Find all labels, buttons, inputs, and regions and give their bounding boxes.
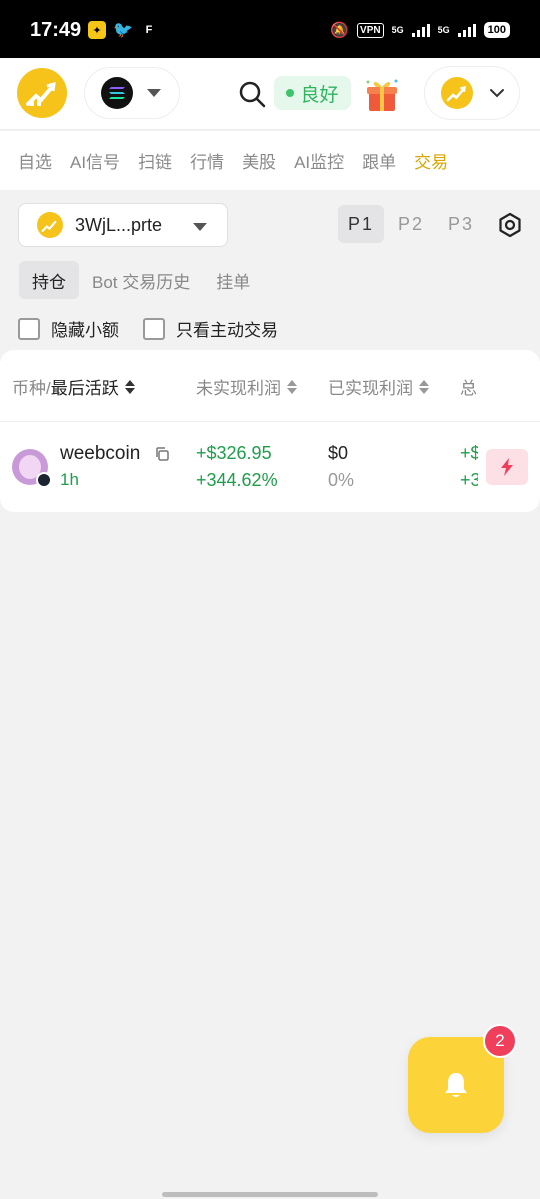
connection-status-label: 良好 (300, 84, 339, 106)
total-value: +$ (460, 443, 478, 463)
signal-icon (411, 23, 430, 37)
column-header-total[interactable]: 总 (460, 374, 477, 399)
account-selector[interactable] (424, 66, 520, 120)
bell-icon (445, 1073, 467, 1097)
table-row[interactable]: weebcoin 1h +$326.95 +344.62% $0 0% +$ +… (0, 422, 540, 512)
lightning-icon (501, 458, 513, 476)
column-header-realized[interactable]: 已实现利润 (328, 374, 429, 399)
coin-last-active: 1h (60, 470, 79, 489)
hide-small-checkbox[interactable]: 隐藏小额 (18, 316, 119, 341)
status-dot (286, 89, 295, 97)
wallet-address: 3WjL...prte (75, 214, 163, 235)
battery-indicator: 100 (483, 22, 510, 38)
coin-name: weebcoin (60, 443, 141, 464)
vpn-badge: VPN (357, 22, 384, 38)
gift-icon[interactable] (362, 75, 402, 115)
home-indicator[interactable] (162, 1192, 378, 1197)
filter-checkboxes: 隐藏小额 只看主动交易 (18, 316, 278, 341)
coin-header-sort-label: 最后活跃 (50, 379, 119, 398)
preset-tab-p2[interactable]: P2 (388, 205, 434, 243)
chevron-down-icon (193, 223, 207, 231)
chain-selector[interactable] (84, 67, 180, 119)
checkbox-box[interactable] (143, 317, 165, 340)
chevron-down-icon (490, 89, 504, 98)
realized-value: $0 (328, 443, 349, 463)
wallet-avatar (37, 212, 63, 238)
realized-header-label: 已实现利润 (328, 379, 413, 398)
connection-status-badge: 良好 (274, 76, 351, 110)
column-header-coin[interactable]: 币种/最后活跃 (12, 374, 135, 399)
search-icon[interactable] (238, 80, 266, 108)
wallet-selector[interactable]: 3WjL...prte (18, 203, 228, 247)
notification-count-badge: 2 (483, 1024, 517, 1058)
preset-tab-p1[interactable]: P1 (338, 205, 384, 243)
nav-tab-ai-monitor[interactable]: AI监控 (294, 148, 344, 173)
quick-trade-button[interactable] (486, 449, 528, 485)
coin-header-prefix: 币种/ (12, 379, 51, 398)
account-avatar (441, 77, 473, 109)
chevron-down-icon (147, 89, 161, 97)
status-system-icons: 🔕 VPN 5G 5G 100 (330, 21, 510, 39)
only-active-label: 只看主动交易 (176, 321, 278, 340)
twitter-icon: 🐦 (113, 22, 133, 39)
only-active-checkbox[interactable]: 只看主动交易 (143, 316, 278, 341)
unrealized-percent: +344.62% (196, 470, 278, 490)
subtab-orders[interactable]: 挂单 (203, 261, 263, 299)
nav-tab-ai-signal[interactable]: AI信号 (70, 148, 120, 173)
main-nav: 自选 AI信号 扫链 行情 美股 AI监控 跟单 交易 (0, 131, 540, 190)
app-logo[interactable] (17, 68, 67, 118)
sort-icon (124, 379, 135, 394)
mute-icon: 🔕 (330, 22, 350, 39)
nav-tab-market[interactable]: 行情 (190, 148, 224, 173)
nav-tab-trade[interactable]: 交易 (414, 148, 448, 173)
table-header: 币种/最后活跃 未实现利润 已实现利润 总 (0, 350, 540, 422)
coin-avatar (12, 449, 52, 488)
network-5g-icon-2: 5G (437, 24, 450, 35)
preset-tab-p3[interactable]: P3 (438, 205, 484, 243)
sort-icon (287, 379, 297, 394)
fantom-icon: F (145, 24, 153, 36)
settings-icon[interactable] (496, 211, 524, 239)
network-5g-icon: 5G (391, 24, 404, 35)
total-header-label: 总 (460, 379, 477, 398)
positions-table: 币种/最后活跃 未实现利润 已实现利润 总 weebcoin 1h +$326.… (0, 350, 540, 512)
subtab-bot-history[interactable]: Bot 交易历史 (79, 261, 203, 299)
status-app-icons: ✦ 🐦 F (88, 21, 158, 39)
app-notification-icon: ✦ (88, 21, 106, 39)
unrealized-value: +$326.95 (196, 443, 272, 463)
copy-icon[interactable] (154, 446, 170, 462)
sort-icon (419, 379, 429, 394)
bull-chart-icon (26, 81, 56, 106)
solana-icon (101, 77, 133, 109)
checkbox-box[interactable] (18, 317, 40, 340)
subtab-holdings[interactable]: 持仓 (19, 261, 79, 299)
app-header: 良好 (0, 58, 540, 130)
nav-tab-scan[interactable]: 扫链 (138, 148, 172, 173)
column-header-unrealized[interactable]: 未实现利润 (196, 374, 297, 399)
preset-tabs: P1 P2 P3 (338, 205, 488, 243)
position-subtabs: 持仓 Bot 交易历史 挂单 (19, 261, 263, 299)
hide-small-label: 隐藏小额 (51, 321, 119, 340)
signal-icon-2 (457, 23, 476, 37)
status-bar: 17:49 ✦ 🐦 F 🔕 VPN 5G 5G 100 (0, 0, 540, 58)
realized-percent: 0% (328, 470, 355, 490)
nav-tab-us-stocks[interactable]: 美股 (242, 148, 276, 173)
status-time: 17:49 (30, 19, 82, 41)
nav-tab-copy-trade[interactable]: 跟单 (362, 148, 396, 173)
total-percent: +3 (460, 470, 478, 490)
nav-tab-watchlist[interactable]: 自选 (18, 148, 52, 173)
solana-chain-badge-icon (36, 472, 52, 488)
unrealized-header-label: 未实现利润 (196, 379, 281, 398)
